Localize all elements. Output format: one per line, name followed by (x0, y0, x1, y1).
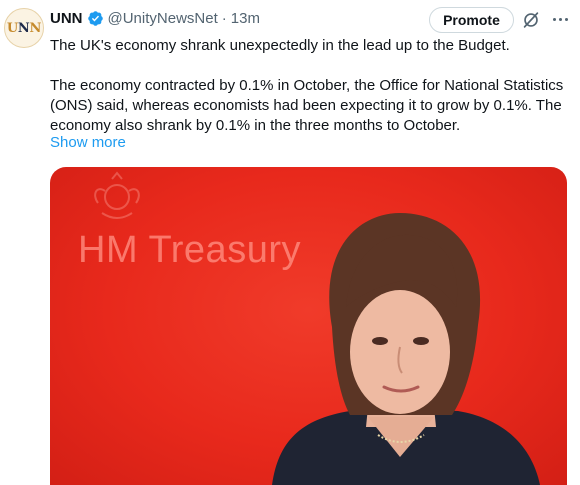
separator-dot: · (221, 9, 227, 27)
tweet-media-image[interactable]: HM Treasury (50, 167, 567, 485)
avatar-logo-text: UNN (6, 20, 42, 36)
grok-icon[interactable] (520, 9, 542, 31)
promote-button[interactable]: Promote (429, 7, 514, 33)
tweet-headline: The UK's economy shrank unexpectedly in … (50, 37, 510, 54)
show-more-link[interactable]: Show more (50, 134, 126, 151)
display-name[interactable]: UNN (50, 10, 83, 27)
tweet-header: UNN @UnityNewsNet · 13m (50, 8, 260, 28)
tweet-body: The economy contracted by 0.1% in Octobe… (50, 77, 564, 134)
verified-badge-icon[interactable] (87, 10, 104, 27)
tweet-text: The UK's economy shrank unexpectedly in … (50, 36, 572, 136)
handle[interactable]: @UnityNewsNet (108, 10, 218, 27)
more-icon[interactable] (546, 8, 574, 30)
portrait-figure (272, 213, 540, 485)
timestamp[interactable]: 13m (231, 10, 260, 27)
avatar[interactable]: UNN (4, 8, 44, 48)
